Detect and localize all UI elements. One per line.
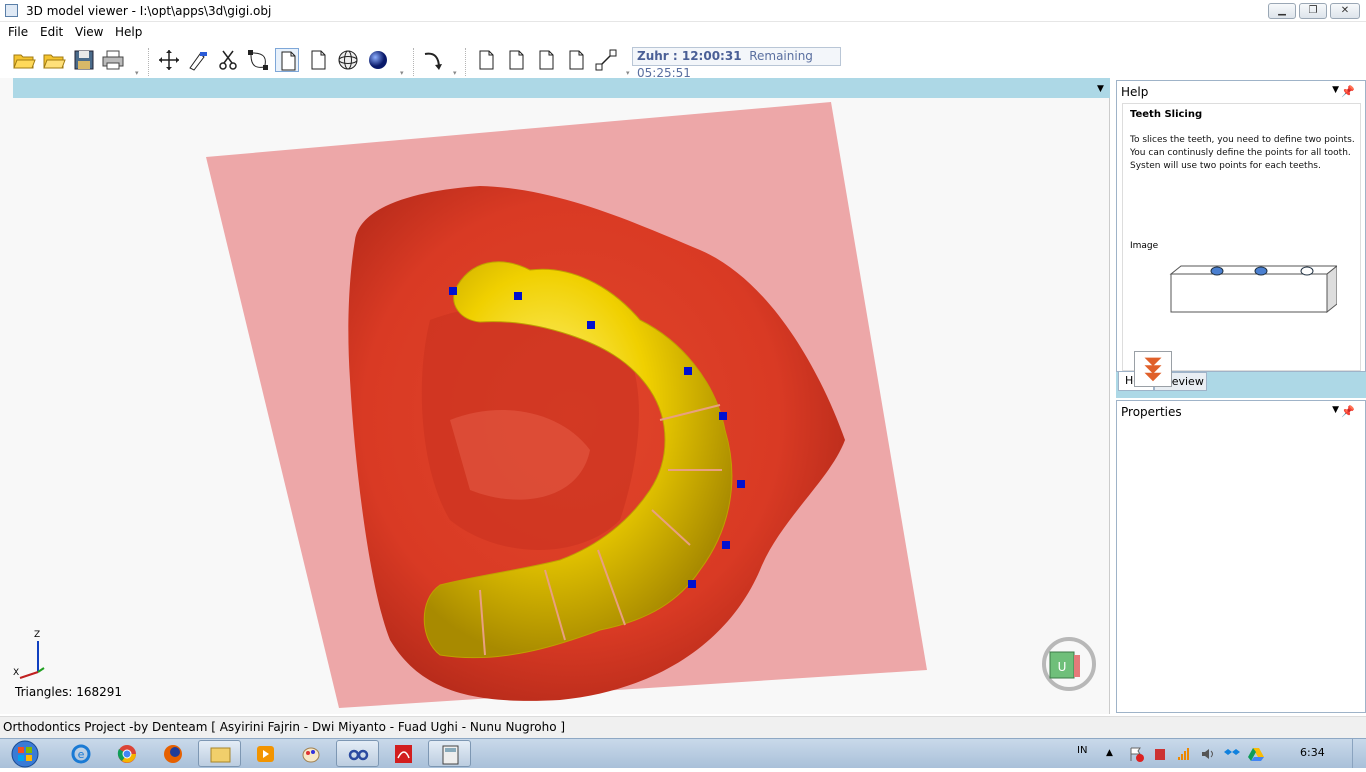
- help-text-line: To slices the teeth, you need to define …: [1130, 135, 1355, 145]
- volume-icon[interactable]: [1200, 746, 1216, 762]
- document-icon[interactable]: [534, 48, 558, 72]
- minimize-button[interactable]: ▁: [1268, 3, 1296, 19]
- calculator-icon[interactable]: [428, 740, 471, 767]
- paint-icon[interactable]: [290, 740, 333, 767]
- show-desktop-button[interactable]: [1352, 739, 1366, 768]
- internet-explorer-icon[interactable]: e: [60, 740, 103, 767]
- document-icon[interactable]: [275, 48, 299, 72]
- properties-pin-icon[interactable]: 📌: [1341, 405, 1355, 418]
- document-icon[interactable]: [564, 48, 588, 72]
- open-icon[interactable]: [42, 48, 66, 72]
- help-panel-dropdown-icon[interactable]: ▼: [1332, 85, 1339, 95]
- help-topic-title: Teeth Slicing: [1130, 109, 1203, 120]
- toolbar-separator: [148, 48, 154, 76]
- start-button[interactable]: [6, 739, 44, 769]
- move-icon[interactable]: [157, 48, 181, 72]
- google-drive-icon[interactable]: [1248, 746, 1264, 762]
- properties-panel: Properties ▼ 📌: [1116, 400, 1366, 713]
- chrome-icon[interactable]: [106, 740, 149, 767]
- status-text: Orthodontics Project -by Denteam [ Asyir…: [3, 720, 566, 734]
- axis-gizmo: [19, 641, 45, 679]
- viewport-header: [13, 78, 1110, 98]
- 3d-scene[interactable]: U: [0, 98, 1110, 714]
- help-panel-pin-icon[interactable]: 📌: [1341, 85, 1355, 98]
- collapse-down-icon[interactable]: [1134, 351, 1172, 387]
- menu-bar: File Edit View Help: [0, 22, 1366, 43]
- properties-dropdown-icon[interactable]: ▼: [1332, 405, 1339, 415]
- document-icon[interactable]: [474, 48, 498, 72]
- axis-z-label: Z: [34, 630, 41, 640]
- curve-arrow-icon[interactable]: [421, 48, 445, 72]
- menu-view[interactable]: View: [75, 25, 103, 39]
- pen-tool-icon[interactable]: [186, 48, 210, 72]
- viewport-menu-arrow[interactable]: ▼: [1097, 84, 1104, 94]
- document-icon[interactable]: [504, 48, 528, 72]
- triangle-count: Triangles: 168291: [15, 685, 123, 699]
- toolbar-grip[interactable]: ▾: [626, 69, 631, 77]
- print-icon[interactable]: [101, 48, 125, 72]
- network-signal-icon[interactable]: [1176, 746, 1192, 762]
- clock[interactable]: 6:34: [1300, 746, 1325, 759]
- close-button[interactable]: ✕: [1330, 3, 1360, 19]
- toolbar-separator: [465, 48, 471, 76]
- acrobat-icon[interactable]: [382, 740, 425, 767]
- axis-x-label: X: [13, 668, 20, 678]
- resize-icon[interactable]: [594, 48, 618, 72]
- help-content: Teeth Slicing To slices the teeth, you n…: [1122, 103, 1361, 371]
- security-icon[interactable]: [1152, 746, 1168, 762]
- help-panel: Help ▼ 📌 Teeth Slicing To slices the tee…: [1116, 80, 1366, 372]
- viewer-app-icon[interactable]: [336, 740, 379, 767]
- help-panel-title: Help: [1121, 85, 1149, 99]
- tray-language[interactable]: IN: [1077, 745, 1087, 756]
- save-icon[interactable]: [72, 48, 96, 72]
- maximize-button[interactable]: ❐: [1299, 3, 1327, 19]
- menu-file[interactable]: File: [8, 25, 28, 39]
- toolbar-grip[interactable]: ▾: [135, 69, 140, 77]
- scissors-icon[interactable]: [216, 48, 240, 72]
- title-bar: 3D model viewer - I:\opt\apps\3d\gigi.ob…: [0, 0, 1366, 22]
- dropbox-icon[interactable]: [1224, 746, 1240, 762]
- prayer-time: Zuhr : 12:00:31: [637, 49, 742, 63]
- viewport-edge: [0, 78, 13, 98]
- window-title: 3D model viewer - I:\opt\apps\3d\gigi.ob…: [26, 4, 272, 18]
- help-text-line: You can continusly define the points for…: [1130, 148, 1351, 158]
- bezier-icon[interactable]: [246, 48, 270, 72]
- open-folder-icon[interactable]: [12, 48, 36, 72]
- firefox-icon[interactable]: [152, 740, 195, 767]
- tray-expand-icon[interactable]: ▲: [1106, 748, 1113, 758]
- help-text-line: Systen will use two points for each teet…: [1130, 161, 1321, 171]
- toolbar-grip[interactable]: ▾: [453, 69, 458, 77]
- menu-help[interactable]: Help: [115, 25, 142, 39]
- help-image-label: Image: [1130, 241, 1159, 251]
- status-bar: Orthodontics Project -by Denteam [ Asyir…: [0, 716, 1366, 738]
- media-player-icon[interactable]: [244, 740, 287, 767]
- svg-text:e: e: [78, 748, 85, 761]
- flag-error-icon[interactable]: [1128, 746, 1144, 762]
- sphere-shaded-icon[interactable]: [366, 48, 390, 72]
- toolbar-grip[interactable]: ▾: [400, 69, 405, 77]
- help-illustration: [1169, 265, 1337, 314]
- 3d-viewport[interactable]: U Z X: [0, 98, 1110, 714]
- toolbar-separator: [413, 48, 419, 76]
- sphere-wire-icon[interactable]: [336, 48, 360, 72]
- file-explorer-icon[interactable]: [198, 740, 241, 767]
- properties-panel-title: Properties: [1121, 405, 1182, 419]
- prayer-timer: Zuhr : 12:00:31 Remaining 05:25:51: [632, 47, 841, 80]
- document-icon[interactable]: [306, 48, 330, 72]
- app-icon: [5, 4, 18, 17]
- view-cube[interactable]: U: [1042, 637, 1096, 691]
- svg-text:U: U: [1058, 660, 1067, 674]
- menu-edit[interactable]: Edit: [40, 25, 63, 39]
